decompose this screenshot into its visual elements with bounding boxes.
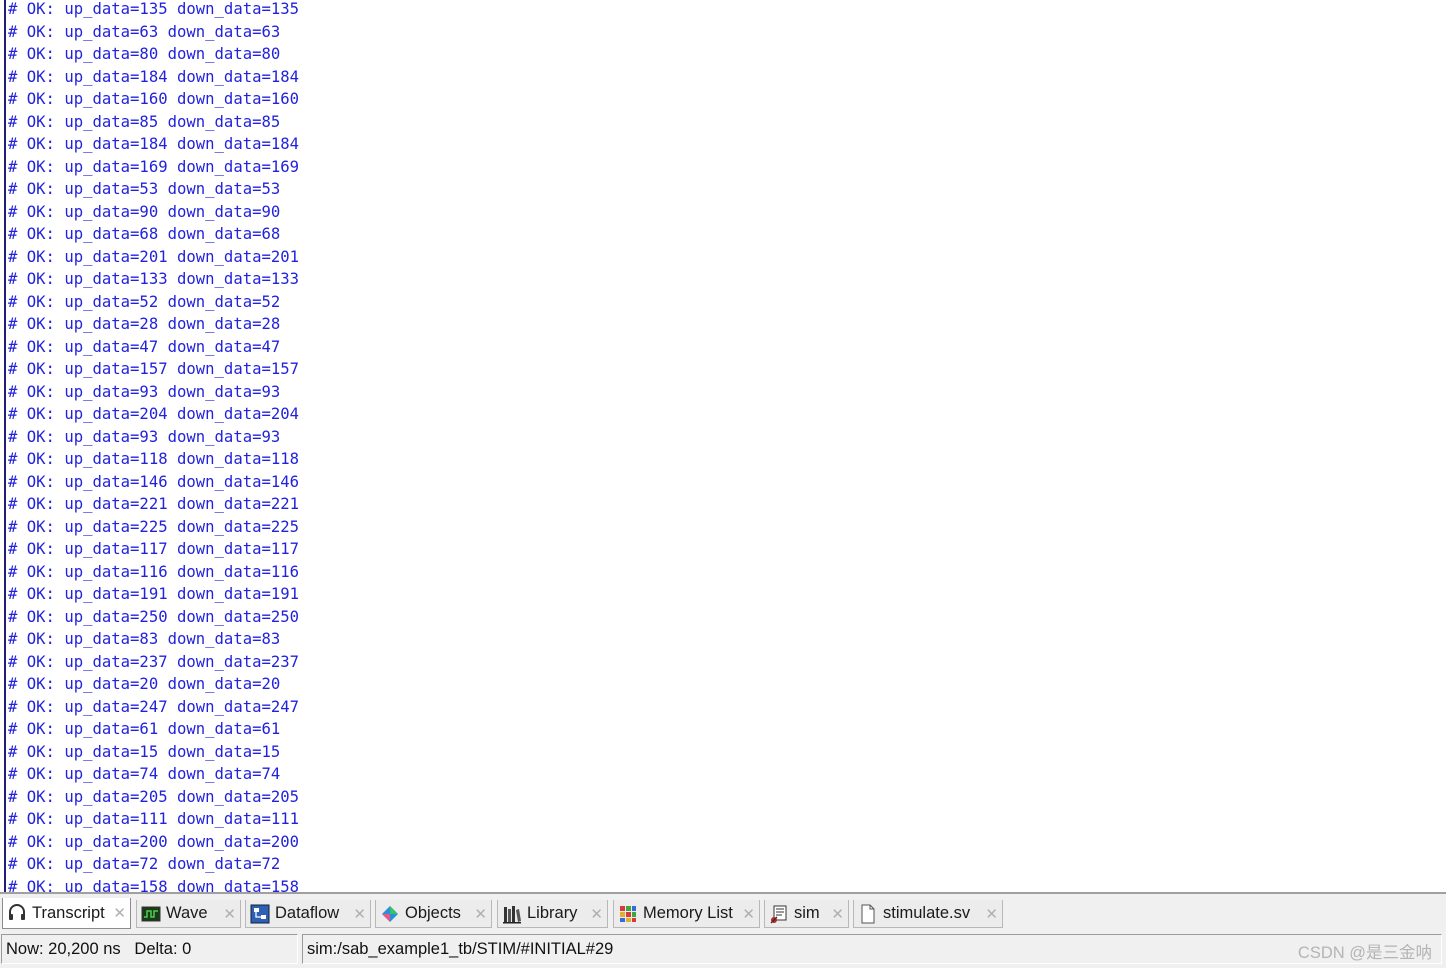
tab-label: Wave xyxy=(166,904,208,922)
transcript-line: # OK: up_data=157 down_data=157 xyxy=(8,360,300,378)
transcript-line: # OK: up_data=52 down_data=52 xyxy=(8,292,281,311)
transcript-gutter xyxy=(4,0,6,892)
status-path-cell: sim:/sab_example1_tb/STIM/#INITIAL#29 xyxy=(302,934,1442,964)
transcript-line: # OK: up_data=47 down_data=47 xyxy=(8,337,281,356)
status-path: sim:/sab_example1_tb/STIM/#INITIAL#29 xyxy=(307,939,614,958)
sim-icon xyxy=(769,904,789,924)
transcript-line: # OK: up_data=146 down_data=146 xyxy=(8,472,300,491)
tab-wave[interactable]: Wave ✕ xyxy=(136,900,241,928)
transcript-line: # OK: up_data=28 down_data=28 xyxy=(8,315,281,333)
tab-label: Transcript xyxy=(32,903,105,922)
transcript-line: # OK: up_data=61 down_data=61 xyxy=(8,720,281,738)
dataflow-icon xyxy=(250,904,270,924)
tab-memory-list[interactable]: Memory List ✕ xyxy=(613,900,760,928)
transcript-line: # OK: up_data=83 down_data=83 xyxy=(8,630,281,648)
transcript-line: # OK: up_data=133 down_data=133 xyxy=(8,270,300,288)
tab-label: Library xyxy=(527,904,578,922)
transcript-line: # OK: up_data=116 down_data=116 xyxy=(8,562,300,581)
close-icon[interactable]: ✕ xyxy=(474,905,487,923)
transcript-line: # OK: up_data=80 down_data=80 xyxy=(8,45,281,63)
status-spacer xyxy=(121,940,135,959)
transcript-line: # OK: up_data=117 down_data=117 xyxy=(8,540,300,558)
transcript-line: # OK: up_data=63 down_data=63 xyxy=(8,22,281,41)
transcript-line: # OK: up_data=93 down_data=93 xyxy=(8,382,281,401)
close-icon[interactable]: ✕ xyxy=(223,905,236,923)
transcript-line: # OK: up_data=135 down_data=135 xyxy=(8,0,300,18)
transcript-line: # OK: up_data=225 down_data=225 xyxy=(8,517,300,536)
transcript-line: # OK: up_data=250 down_data=250 xyxy=(8,607,300,626)
close-icon[interactable]: ✕ xyxy=(590,905,603,923)
transcript-line: # OK: up_data=74 down_data=74 xyxy=(8,765,281,783)
transcript-log: # OK: up_data=135 down_data=135 # OK: up_… xyxy=(8,0,299,892)
tab-label: Objects xyxy=(405,904,461,922)
transcript-line: # OK: up_data=169 down_data=169 xyxy=(8,157,300,176)
file-icon xyxy=(858,904,878,924)
transcript-line: # OK: up_data=237 down_data=237 xyxy=(8,652,300,671)
transcript-line: # OK: up_data=53 down_data=53 xyxy=(8,180,281,198)
transcript-line: # OK: up_data=118 down_data=118 xyxy=(8,450,300,468)
close-icon[interactable]: ✕ xyxy=(353,905,366,923)
transcript-line: # OK: up_data=72 down_data=72 xyxy=(8,855,281,873)
tab-library[interactable]: Library ✕ xyxy=(497,900,608,928)
status-bar: Now: 20,200 ns Delta: 0 sim:/sab_example… xyxy=(0,934,1446,968)
transcript-line: # OK: up_data=191 down_data=191 xyxy=(8,585,300,603)
status-delta: Delta: 0 xyxy=(134,939,192,958)
transcript-line: # OK: up_data=184 down_data=184 xyxy=(8,67,300,86)
transcript-icon xyxy=(7,903,27,923)
watermark: CSDN @是三金呐 xyxy=(1297,944,1432,962)
tab-dataflow[interactable]: Dataflow ✕ xyxy=(245,900,371,928)
tab-sim[interactable]: sim ✕ xyxy=(764,900,849,928)
transcript-line: # OK: up_data=247 down_data=247 xyxy=(8,697,300,716)
transcript-line: # OK: up_data=160 down_data=160 xyxy=(8,90,300,108)
transcript-pane[interactable]: # OK: up_data=135 down_data=135 # OK: up_… xyxy=(0,0,1446,892)
tab-label: stimulate.sv xyxy=(883,904,971,922)
transcript-line: # OK: up_data=184 down_data=184 xyxy=(8,135,300,153)
transcript-line: # OK: up_data=68 down_data=68 xyxy=(8,225,281,243)
transcript-line: # OK: up_data=85 down_data=85 xyxy=(8,112,281,131)
close-icon[interactable]: ✕ xyxy=(742,905,755,923)
transcript-line: # OK: up_data=201 down_data=201 xyxy=(8,247,300,266)
transcript-line: # OK: up_data=221 down_data=221 xyxy=(8,495,300,513)
status-time-cell: Now: 20,200 ns Delta: 0 xyxy=(1,934,298,964)
transcript-line: # OK: up_data=158 down_data=158 xyxy=(8,877,300,893)
close-icon[interactable]: ✕ xyxy=(831,905,844,923)
close-icon[interactable]: ✕ xyxy=(113,904,126,922)
transcript-line: # OK: up_data=15 down_data=15 xyxy=(8,742,281,761)
transcript-line: # OK: up_data=204 down_data=204 xyxy=(8,405,300,423)
transcript-line: # OK: up_data=93 down_data=93 xyxy=(8,427,281,446)
tab-label: Dataflow xyxy=(275,904,340,922)
tab-objects[interactable]: Objects ✕ xyxy=(375,900,492,928)
library-icon xyxy=(502,904,522,924)
transcript-line: # OK: up_data=200 down_data=200 xyxy=(8,832,300,851)
wave-icon xyxy=(141,904,161,924)
transcript-line: # OK: up_data=111 down_data=111 xyxy=(8,810,300,828)
tab-transcript[interactable]: Transcript ✕ xyxy=(2,898,131,929)
transcript-line: # OK: up_data=90 down_data=90 xyxy=(8,202,281,221)
tab-label: sim xyxy=(794,904,820,922)
tab-stimulate-sv[interactable]: stimulate.sv ✕ xyxy=(853,900,1003,928)
tab-bar: Transcript ✕ Wave ✕ Dataflow ✕ Objects ✕… xyxy=(0,892,1446,934)
objects-icon xyxy=(380,904,400,924)
memory-list-icon xyxy=(618,904,638,924)
status-now: Now: 20,200 ns xyxy=(6,939,121,958)
tab-label: Memory List xyxy=(643,904,733,922)
transcript-line: # OK: up_data=205 down_data=205 xyxy=(8,787,300,806)
transcript-line: # OK: up_data=20 down_data=20 xyxy=(8,675,281,693)
close-icon[interactable]: ✕ xyxy=(985,905,998,923)
